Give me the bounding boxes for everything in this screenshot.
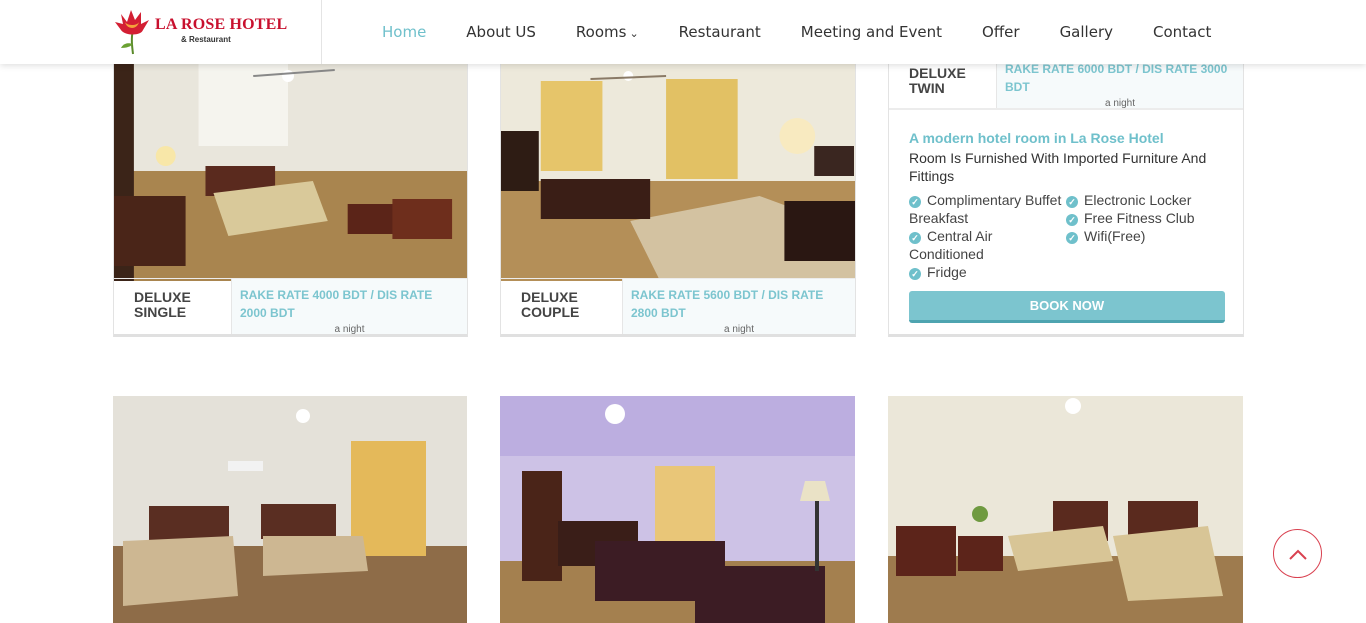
- rate-box: RAKE RATE 4000 BDT / DIS RATE 2000 BDT a…: [232, 279, 467, 334]
- feature-item: ✓ Electronic Locker: [1066, 191, 1223, 209]
- room-name: DELUXE SINGLE: [114, 279, 232, 334]
- check-circle-icon: ✓: [909, 232, 921, 244]
- hotel-logo[interactable]: LA ROSE HOTEL & Restaurant: [113, 8, 321, 56]
- check-circle-icon: ✓: [1066, 214, 1078, 226]
- feature-label: Fridge: [927, 264, 967, 280]
- rate-period: a night: [1104, 98, 1136, 109]
- nav-restaurant[interactable]: Restaurant: [679, 23, 761, 41]
- main-nav: Home About US Rooms ⌄ Restaurant Meeting …: [362, 0, 1231, 64]
- book-now-button[interactable]: BOOK NOW: [909, 291, 1225, 323]
- rate-period: a night: [334, 324, 365, 335]
- feature-item: ✓ Complimentary Buffet Breakfast: [909, 191, 1066, 227]
- page: LA ROSE HOTEL & Restaurant Home About US…: [0, 0, 1366, 623]
- feature-label: Complimentary Buffet Breakfast: [909, 192, 1062, 226]
- room-name-line1: DELUXE: [134, 289, 191, 305]
- nav-contact[interactable]: Contact: [1153, 23, 1211, 41]
- room-name-line1: DELUXE: [909, 65, 966, 81]
- room-name-line2: TWIN: [909, 80, 945, 96]
- check-circle-icon: ✓: [909, 268, 921, 280]
- room-rate: RAKE RATE 6000 BDT / DIS RATE 3000 BDT: [1005, 62, 1228, 94]
- room-rate: RAKE RATE 5600 BDT / DIS RATE 2800 BDT: [631, 288, 824, 320]
- feature-item: ✓ Central Air Conditioned: [909, 227, 1066, 263]
- room-name-line2: COUPLE: [521, 304, 580, 320]
- features-column-left: ✓ Complimentary Buffet Breakfast ✓ Central…: [909, 191, 1066, 281]
- feature-item: ✓ Free Fitness Club: [1066, 209, 1223, 227]
- nav-meeting-event[interactable]: Meeting and Event: [801, 23, 942, 41]
- room-photo-row2-middle[interactable]: [500, 396, 855, 623]
- room-photo-row2-left[interactable]: [113, 396, 467, 623]
- scroll-to-top-button[interactable]: [1273, 529, 1322, 578]
- brand-name: LA ROSE HOTEL: [155, 16, 288, 33]
- nav-about-us[interactable]: About US: [466, 23, 536, 41]
- nav-home[interactable]: Home: [382, 23, 426, 41]
- room-card-deluxe-couple: DELUXE COUPLE RAKE RATE 5600 BDT / DIS R…: [500, 20, 856, 337]
- header-divider: [321, 0, 322, 64]
- features-column-right: ✓ Electronic Locker ✓ Free Fitness Club ✓ W…: [1066, 191, 1223, 281]
- chevron-up-icon: [1288, 549, 1307, 560]
- nav-gallery[interactable]: Gallery: [1060, 23, 1113, 41]
- feature-label: Free Fitness Club: [1084, 210, 1195, 226]
- nav-rooms-label: Rooms: [575, 23, 627, 41]
- room-detail-description: Room Is Furnished With Imported Furnitur…: [909, 150, 1207, 184]
- site-header: LA ROSE HOTEL & Restaurant Home About US…: [0, 0, 1366, 64]
- room-details: A modern hotel room in La Rose Hotel Roo…: [889, 109, 1243, 323]
- rose-flower-icon: [115, 10, 149, 55]
- feature-item: ✓ Fridge: [909, 263, 1066, 281]
- room-info-bar: DELUXE SINGLE RAKE RATE 4000 BDT / DIS R…: [114, 278, 467, 334]
- room-card-deluxe-twin: DELUXE TWIN RAKE RATE 6000 BDT / DIS RAT…: [888, 20, 1244, 337]
- room-info-bar: DELUXE COUPLE RAKE RATE 5600 BDT / DIS R…: [501, 278, 855, 334]
- room-photo-row2-right[interactable]: [888, 396, 1243, 623]
- check-circle-icon: ✓: [1066, 196, 1078, 208]
- rate-box: RAKE RATE 5600 BDT / DIS RATE 2800 BDT a…: [623, 279, 855, 334]
- room-features: ✓ Complimentary Buffet Breakfast ✓ Central…: [909, 191, 1223, 281]
- chevron-down-icon: ⌄: [629, 27, 639, 40]
- nav-rooms[interactable]: Rooms ⌄: [576, 23, 639, 41]
- feature-label: Wifi(Free): [1084, 228, 1146, 244]
- check-circle-icon: ✓: [1066, 232, 1078, 244]
- room-name-line2: SINGLE: [134, 304, 187, 320]
- room-rate: RAKE RATE 4000 BDT / DIS RATE 2000 BDT: [240, 288, 433, 320]
- feature-item: ✓ Wifi(Free): [1066, 227, 1223, 245]
- room-name: DELUXE COUPLE: [501, 279, 623, 334]
- feature-label: Electronic Locker: [1084, 192, 1192, 208]
- brand-tagline: & Restaurant: [181, 35, 231, 44]
- rate-period: a night: [723, 324, 755, 335]
- nav-offer[interactable]: Offer: [982, 23, 1020, 41]
- feature-label: Central Air Conditioned: [909, 228, 993, 262]
- check-circle-icon: ✓: [909, 196, 921, 208]
- room-card-deluxe-single: DELUXE SINGLE RAKE RATE 4000 BDT / DIS R…: [113, 20, 468, 337]
- room-name-line1: DELUXE: [521, 289, 578, 305]
- room-detail-title: A modern hotel room in La Rose Hotel: [909, 130, 1164, 146]
